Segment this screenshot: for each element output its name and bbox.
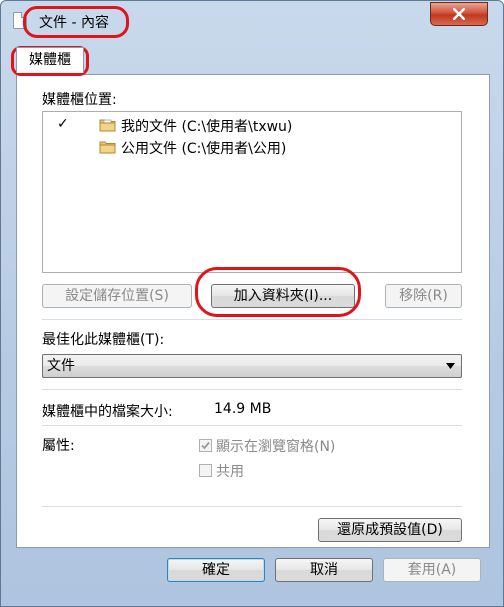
list-item[interactable]: ✓ 我的文件 (C:\使用者\txwu) bbox=[43, 114, 461, 136]
size-value: 14.9 MB bbox=[214, 401, 272, 417]
size-label: 媒體櫃中的檔案大小: bbox=[42, 404, 173, 420]
attributes-label: 屬性: bbox=[42, 438, 75, 454]
remove-button[interactable]: 移除(R) bbox=[385, 284, 462, 308]
shared-label: 共用 bbox=[216, 464, 244, 480]
window-title: 文件 - 內容 bbox=[39, 15, 109, 31]
show-in-nav-label: 顯示在瀏覽窗格(N) bbox=[216, 439, 336, 455]
optimize-select[interactable]: 文件 bbox=[42, 354, 462, 378]
chevron-down-icon bbox=[446, 363, 455, 369]
divider bbox=[42, 389, 462, 390]
optimize-value: 文件 bbox=[47, 358, 75, 374]
divider bbox=[42, 319, 462, 320]
ok-button[interactable]: 確定 bbox=[167, 558, 265, 582]
properties-dialog: 文件 - 內容 媒體櫃 媒體櫃位置: ✓ 我的文件 (C:\使用者\txwu) bbox=[0, 0, 504, 607]
apply-button[interactable]: 套用(A) bbox=[383, 558, 481, 582]
close-icon bbox=[452, 7, 466, 21]
restore-defaults-button[interactable]: 還原成預設值(D) bbox=[318, 518, 462, 542]
library-locations-label: 媒體櫃位置: bbox=[42, 92, 117, 108]
shared-checkbox[interactable] bbox=[199, 464, 212, 477]
set-save-location-button[interactable]: 設定儲存位置(S) bbox=[42, 284, 192, 308]
show-in-nav-checkbox[interactable] bbox=[199, 439, 212, 452]
document-icon bbox=[13, 12, 27, 29]
check-mark-icon: ✓ bbox=[57, 116, 69, 132]
divider bbox=[42, 506, 462, 507]
tab-library[interactable]: 媒體櫃 bbox=[16, 47, 84, 73]
list-item[interactable]: 公用文件 (C:\使用者\公用) bbox=[43, 136, 461, 158]
location-text: 公用文件 (C:\使用者\公用) bbox=[121, 141, 287, 157]
library-locations-list[interactable]: ✓ 我的文件 (C:\使用者\txwu) 公用文件 (C:\使用者\公用) bbox=[42, 111, 462, 273]
folder-icon bbox=[99, 141, 116, 154]
title-bar[interactable]: 文件 - 內容 bbox=[1, 1, 503, 39]
tab-strip: 媒體櫃 bbox=[9, 43, 495, 73]
optimize-label: 最佳化此媒體櫃(T): bbox=[42, 332, 165, 348]
add-folder-button[interactable]: 加入資料夾(I)... bbox=[211, 284, 355, 308]
cancel-button[interactable]: 取消 bbox=[275, 558, 373, 582]
check-mark-icon bbox=[201, 441, 210, 450]
close-button[interactable] bbox=[430, 2, 488, 26]
location-text: 我的文件 (C:\使用者\txwu) bbox=[121, 119, 293, 135]
folder-icon bbox=[99, 119, 116, 132]
tab-panel: 媒體櫃位置: ✓ 我的文件 (C:\使用者\txwu) 公用文件 (C:\使用者… bbox=[16, 74, 490, 548]
divider bbox=[42, 425, 462, 426]
